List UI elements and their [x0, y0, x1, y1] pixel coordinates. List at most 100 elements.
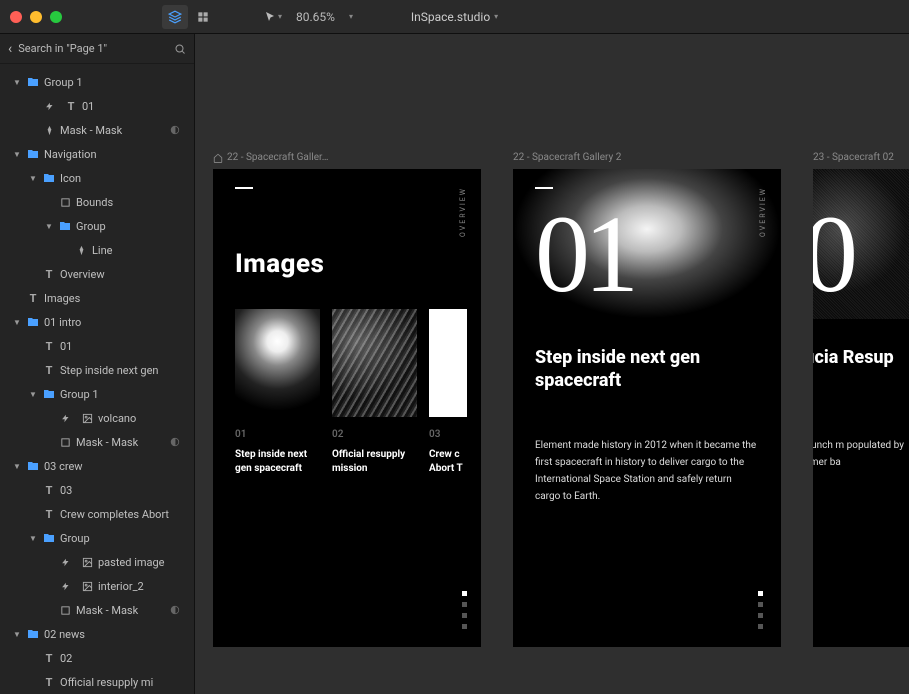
- link-bolt-icon: [58, 414, 72, 423]
- layer-row[interactable]: T Overview: [0, 262, 194, 286]
- folder-icon: [26, 76, 40, 88]
- artboard-detail-02[interactable]: 0 Officia Resup Our launch m populated b…: [813, 169, 909, 647]
- dot[interactable]: [462, 602, 467, 607]
- link-bolt-icon: [42, 102, 56, 111]
- layer-row[interactable]: Line: [0, 238, 194, 262]
- disclosure-icon[interactable]: ▼: [12, 150, 22, 159]
- folder-icon: [26, 316, 40, 328]
- back-icon[interactable]: ‹: [8, 41, 12, 57]
- artboard-label[interactable]: 23 - Spacecraft 02: [813, 152, 909, 163]
- layer-label: pasted image: [98, 556, 184, 569]
- layer-row[interactable]: volcano: [0, 406, 194, 430]
- mask-badge-icon: [170, 437, 184, 447]
- layers-panel-toggle[interactable]: [162, 5, 188, 29]
- card-caption: Crew c Abort T: [429, 448, 467, 475]
- chevron-down-icon: ▾: [494, 12, 498, 21]
- text-icon: T: [42, 484, 56, 497]
- layer-label: Group 1: [60, 388, 184, 401]
- dot[interactable]: [758, 591, 763, 596]
- layer-row[interactable]: Mask - Mask: [0, 598, 194, 622]
- disclosure-icon[interactable]: ▼: [28, 534, 38, 543]
- zoom-dropdown-icon[interactable]: ▾: [349, 12, 353, 21]
- image-icon: [80, 581, 94, 592]
- rect-icon: [58, 437, 72, 448]
- document-title[interactable]: InSpace.studio ▾: [411, 10, 498, 24]
- pagination-dots[interactable]: [462, 591, 467, 629]
- layer-label: 03: [60, 484, 184, 497]
- gallery-card[interactable]: 02 Official resupply mission: [332, 309, 417, 475]
- layer-row[interactable]: T01: [0, 334, 194, 358]
- card-number: 02: [332, 429, 417, 440]
- close-window-button[interactable]: [10, 11, 22, 23]
- link-bolt-icon: [58, 558, 72, 567]
- layer-row[interactable]: Mask - Mask: [0, 118, 194, 142]
- dot[interactable]: [758, 602, 763, 607]
- disclosure-icon[interactable]: ▼: [12, 78, 22, 87]
- layer-row[interactable]: ▼ Group: [0, 526, 194, 550]
- components-panel-toggle[interactable]: [190, 5, 216, 29]
- layer-row[interactable]: TOfficial resupply mi: [0, 670, 194, 694]
- disclosure-icon[interactable]: ▼: [12, 462, 22, 471]
- layer-row[interactable]: ▼Group: [0, 214, 194, 238]
- layer-row[interactable]: T01: [0, 94, 194, 118]
- layer-row[interactable]: T Step inside next gen: [0, 358, 194, 382]
- layer-row[interactable]: ▼Group 1: [0, 70, 194, 94]
- shape-icon: [74, 245, 88, 256]
- gallery-card[interactable]: 03 Crew c Abort T: [429, 309, 467, 475]
- layer-row[interactable]: TImages: [0, 286, 194, 310]
- layer-row[interactable]: ▼Icon: [0, 166, 194, 190]
- dot[interactable]: [758, 624, 763, 629]
- dot[interactable]: [758, 613, 763, 618]
- sidebar-search-bar[interactable]: ‹ Search in "Page 1": [0, 34, 194, 64]
- text-icon: T: [42, 268, 56, 281]
- maximize-window-button[interactable]: [50, 11, 62, 23]
- search-icon[interactable]: [174, 43, 186, 55]
- disclosure-icon[interactable]: ▼: [44, 222, 54, 231]
- disclosure-icon[interactable]: ▼: [12, 630, 22, 639]
- layer-row[interactable]: Bounds: [0, 190, 194, 214]
- titlebar: ▾ 80.65% ▾ InSpace.studio ▾: [0, 0, 909, 34]
- gallery-thumb: [332, 309, 417, 417]
- layer-row[interactable]: Mask - Mask: [0, 430, 194, 454]
- rect-icon: [58, 605, 72, 616]
- layer-label: Official resupply mi: [60, 676, 184, 689]
- folder-icon: [42, 172, 56, 184]
- disclosure-icon[interactable]: ▼: [28, 174, 38, 183]
- layer-row[interactable]: interior_2: [0, 574, 194, 598]
- pagination-dots[interactable]: [758, 591, 763, 629]
- layer-row[interactable]: ▼ 01 intro: [0, 310, 194, 334]
- dot[interactable]: [462, 624, 467, 629]
- layer-row[interactable]: T02: [0, 646, 194, 670]
- header-line: [235, 187, 253, 189]
- body-text: Our launch m populated by customer ba: [813, 437, 909, 471]
- artboard-label[interactable]: 22 - Spacecraft Galler…: [213, 152, 481, 163]
- headline: Step inside next gen spacecraft: [535, 347, 759, 392]
- layer-row[interactable]: T 03: [0, 478, 194, 502]
- zoom-level[interactable]: 80.65%: [296, 10, 335, 24]
- layer-label: Crew completes Abort: [60, 508, 184, 521]
- layer-label: Step inside next gen: [60, 364, 184, 377]
- overview-label: OVERVIEW: [459, 187, 467, 237]
- dot[interactable]: [462, 613, 467, 618]
- layer-row[interactable]: ▼ Group 1: [0, 382, 194, 406]
- dot[interactable]: [462, 591, 467, 596]
- text-icon: T: [42, 364, 56, 377]
- artboard-label[interactable]: 22 - Spacecraft Gallery 2: [513, 152, 781, 163]
- pointer-tool[interactable]: ▾: [264, 10, 282, 24]
- gallery-card[interactable]: 01 Step inside next gen spacecraft: [235, 309, 320, 475]
- disclosure-icon[interactable]: ▼: [28, 390, 38, 399]
- layer-label: 01: [60, 340, 184, 353]
- layer-row[interactable]: pasted image: [0, 550, 194, 574]
- layer-row[interactable]: ▼03 crew: [0, 454, 194, 478]
- artboard-gallery[interactable]: OVERVIEW Images 01 Step inside next gen …: [213, 169, 481, 647]
- minimize-window-button[interactable]: [30, 11, 42, 23]
- disclosure-icon[interactable]: ▼: [12, 318, 22, 327]
- layer-row[interactable]: TCrew completes Abort: [0, 502, 194, 526]
- layer-label: 01 intro: [44, 316, 184, 329]
- layer-label: Overview: [60, 268, 184, 281]
- layer-row[interactable]: ▼Navigation: [0, 142, 194, 166]
- layer-label: Group: [60, 532, 184, 545]
- layer-row[interactable]: ▼02 news: [0, 622, 194, 646]
- artboard-detail-01[interactable]: OVERVIEW 01 Step inside next gen spacecr…: [513, 169, 781, 647]
- canvas[interactable]: 22 - Spacecraft Galler… OVERVIEW Images …: [195, 34, 909, 694]
